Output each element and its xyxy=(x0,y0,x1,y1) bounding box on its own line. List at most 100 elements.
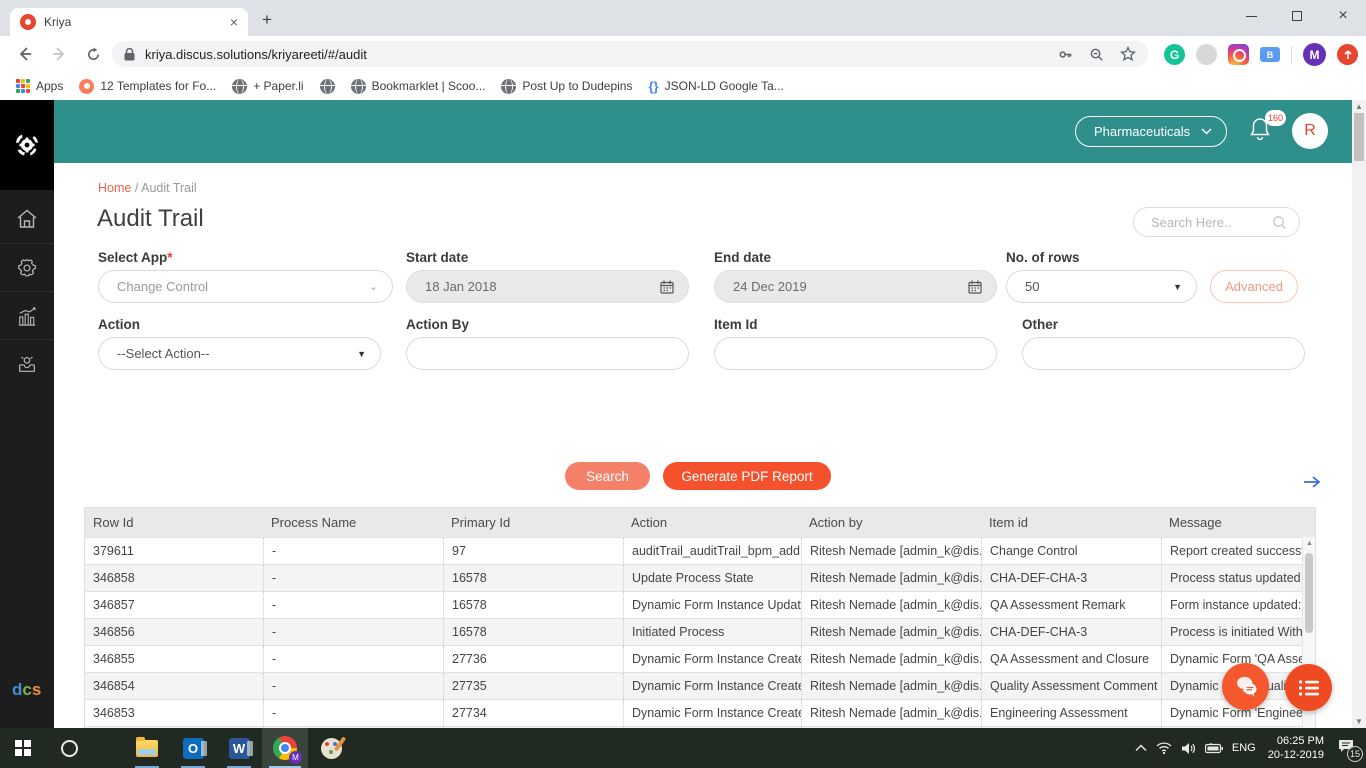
sidebar-item-vendor[interactable] xyxy=(0,339,54,387)
table-cell: QA Assessment and Closure xyxy=(981,646,1161,672)
clock[interactable]: 06:25 PM 20-12-2019 xyxy=(1268,734,1324,762)
sidebar-item-settings[interactable] xyxy=(0,243,54,291)
language-indicator[interactable]: ENG xyxy=(1232,742,1256,754)
action-dropdown[interactable]: --Select Action-- ▼ xyxy=(98,337,381,370)
battery-icon[interactable] xyxy=(1204,742,1223,754)
address-bar[interactable]: kriya.discus.solutions/kriyareeti/#/audi… xyxy=(112,41,1148,67)
scroll-up-icon[interactable]: ▲ xyxy=(1352,102,1366,111)
rows-dropdown[interactable]: 50 ▼ xyxy=(1006,270,1197,303)
end-date-input[interactable]: 24 Dec 2019 xyxy=(714,270,997,303)
volume-icon[interactable] xyxy=(1181,742,1196,755)
breadcrumb-home-link[interactable]: Home xyxy=(98,181,131,195)
hubspot-icon xyxy=(79,78,95,94)
bookmark-paperli[interactable]: + Paper.li xyxy=(232,78,304,94)
bookmark-jsonld[interactable]: {} JSON-LD Google Ta... xyxy=(648,79,783,94)
table-row[interactable]: 346857 -16578 Dynamic Form Instance Update… xyxy=(85,591,1315,618)
profile-avatar[interactable]: M xyxy=(1303,43,1326,66)
window-close-button[interactable]: × xyxy=(1320,0,1366,32)
table-row[interactable]: 346853 -27734 Dynamic Form Instance Create… xyxy=(85,699,1315,726)
table-cell: Ritesh Nemade [admin_k@dis... xyxy=(801,592,981,618)
table-cell: - xyxy=(263,619,443,645)
column-header[interactable]: Action by xyxy=(801,515,981,530)
new-tab-button[interactable]: + xyxy=(262,10,272,30)
paint-button[interactable] xyxy=(308,728,354,768)
table-row[interactable]: 346858 -16578 Update Process State Ritesh N… xyxy=(85,564,1315,591)
table-scrollbar-thumb[interactable] xyxy=(1305,553,1313,633)
outlook-button[interactable]: O xyxy=(170,728,216,768)
next-page-arrow-icon[interactable] xyxy=(1303,475,1321,493)
scroll-down-icon[interactable]: ▼ xyxy=(1352,717,1366,726)
word-button[interactable]: W xyxy=(216,728,262,768)
search-button[interactable]: Search xyxy=(565,462,650,490)
table-cell: - xyxy=(263,565,443,591)
table-cell: Ritesh Nemade [admin_k@dis... xyxy=(801,565,981,591)
instagram-extension-icon[interactable] xyxy=(1228,44,1249,65)
generate-pdf-button[interactable]: Generate PDF Report xyxy=(663,462,831,490)
start-date-input[interactable]: 18 Jan 2018 xyxy=(406,270,689,303)
tab-close-icon[interactable]: × xyxy=(230,14,238,30)
item-id-input[interactable] xyxy=(714,337,997,370)
grammarly-extension-icon[interactable]: G xyxy=(1164,44,1185,65)
wifi-icon[interactable] xyxy=(1156,742,1172,754)
column-header[interactable]: Item id xyxy=(981,515,1161,530)
bookmark-apps[interactable]: Apps xyxy=(16,79,63,93)
chat-fab-button[interactable] xyxy=(1222,663,1269,710)
window-maximize-button[interactable] xyxy=(1274,0,1320,32)
bookmark-dudepins[interactable]: Post Up to Dudepins xyxy=(501,78,632,94)
forward-button[interactable] xyxy=(46,41,72,67)
column-header[interactable]: Primary Id xyxy=(443,515,623,530)
column-header[interactable]: Process Name xyxy=(263,515,443,530)
user-avatar[interactable]: R xyxy=(1292,113,1328,149)
main-content: Home / Audit Trail Audit Trail Search He… xyxy=(54,163,1352,768)
chrome-button[interactable]: M xyxy=(262,728,308,768)
table-cell: 346853 xyxy=(93,706,135,720)
menu-fab-button[interactable] xyxy=(1285,664,1332,711)
table-row[interactable]: 346856 -16578 Initiated Process Ritesh Nema… xyxy=(85,618,1315,645)
advanced-button[interactable]: Advanced xyxy=(1210,270,1298,303)
org-selector[interactable]: Pharmaceuticals xyxy=(1075,116,1227,147)
column-header[interactable]: Message xyxy=(1161,515,1303,530)
column-header[interactable]: Row Id xyxy=(85,515,263,530)
bookmark-templates[interactable]: 12 Templates for Fo... xyxy=(79,78,216,94)
password-key-icon[interactable] xyxy=(1058,47,1073,62)
page-scrollbar[interactable]: ▲ ▼ xyxy=(1352,100,1366,728)
table-cell: Quality Assessment Comment xyxy=(981,673,1161,699)
cortana-button[interactable] xyxy=(46,728,92,768)
bookmark-unnamed[interactable] xyxy=(319,78,335,94)
app-header: Pharmaceuticals 160 R xyxy=(54,100,1352,163)
refresh-button[interactable] xyxy=(80,41,106,67)
table-cell: - xyxy=(263,592,443,618)
table-row[interactable]: 346855 -27736 Dynamic Form Instance Create… xyxy=(85,645,1315,672)
file-explorer-button[interactable] xyxy=(124,728,170,768)
select-app-dropdown[interactable]: Change Control ⌄ xyxy=(98,270,393,303)
org-selector-label: Pharmaceuticals xyxy=(1094,124,1191,139)
window-minimize-button[interactable] xyxy=(1228,0,1274,32)
action-by-input[interactable] xyxy=(406,337,689,370)
table-cell: Dynamic Form Instance Updated xyxy=(623,592,801,618)
kriya-favicon-icon xyxy=(20,14,36,30)
sidebar-item-home[interactable] xyxy=(0,195,54,243)
search-input[interactable]: Search Here.. xyxy=(1133,207,1300,237)
browser-tab[interactable]: Kriya × xyxy=(10,8,248,36)
extension-icon[interactable] xyxy=(1196,44,1217,65)
tag-extension-icon[interactable]: B xyxy=(1260,47,1280,62)
notifications-bell[interactable]: 160 xyxy=(1248,110,1286,148)
start-button[interactable] xyxy=(0,728,46,768)
tray-expand-icon[interactable] xyxy=(1135,744,1147,752)
scroll-up-icon[interactable]: ▲ xyxy=(1303,540,1315,547)
kriya-logo[interactable] xyxy=(0,100,54,190)
tab-title: Kriya xyxy=(44,15,72,29)
sidebar-item-reports[interactable] xyxy=(0,291,54,339)
table-row[interactable]: 346854 -27735 Dynamic Form Instance Create… xyxy=(85,672,1315,699)
bookmark-bookmarklet[interactable]: Bookmarklet | Scoo... xyxy=(350,78,485,94)
other-input[interactable] xyxy=(1022,337,1305,370)
back-button[interactable] xyxy=(12,41,38,67)
table-row[interactable]: 379611 -97 auditTrail_auditTrail_bpm_add..… xyxy=(85,537,1315,564)
table-cell: CHA-DEF-CHA-3 xyxy=(981,619,1161,645)
bookmark-star-icon[interactable] xyxy=(1120,46,1136,62)
zoom-icon[interactable] xyxy=(1089,47,1104,62)
column-header[interactable]: Action xyxy=(623,515,801,530)
page-scrollbar-thumb[interactable] xyxy=(1354,113,1364,161)
hubspot-menu-icon[interactable] xyxy=(1337,44,1358,65)
action-center-button[interactable]: 15 xyxy=(1338,739,1363,762)
